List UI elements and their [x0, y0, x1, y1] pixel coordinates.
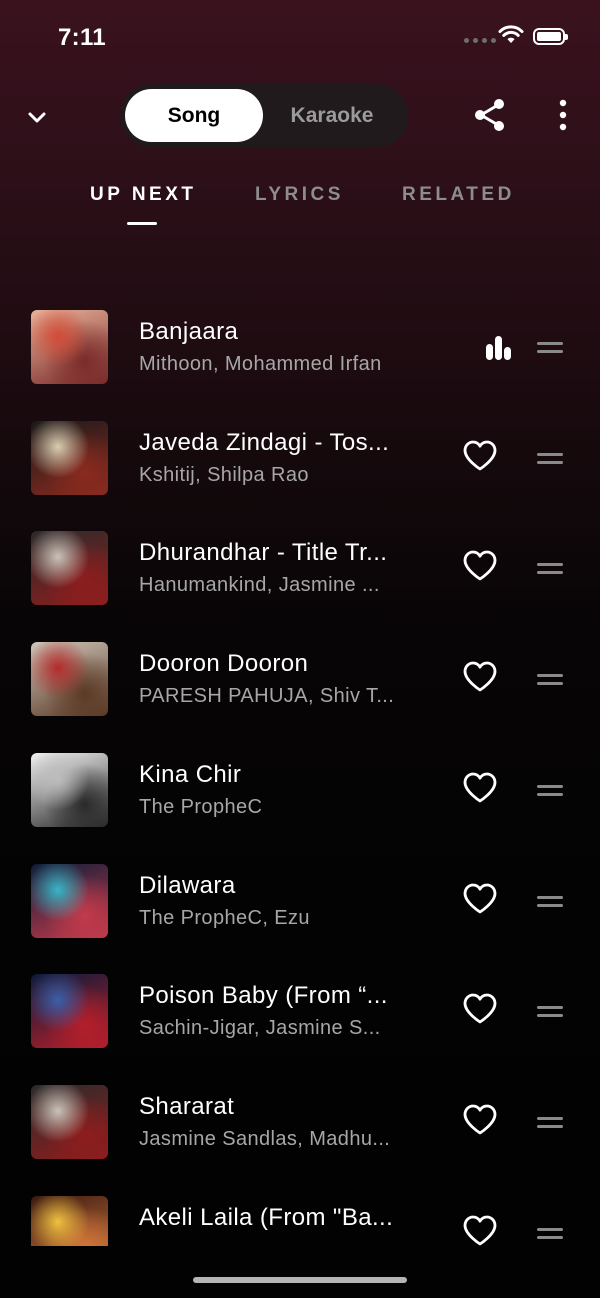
drag-handle-icon[interactable]	[537, 784, 563, 797]
status-time: 7:11	[58, 24, 106, 51]
more-vertical-icon[interactable]	[548, 98, 578, 132]
song-artist: The PropheC	[139, 795, 263, 818]
queue-row[interactable]: Banjaara Mithoon, Mohammed Irfan	[0, 290, 600, 400]
status-bar: 7:11	[0, 0, 600, 76]
heart-icon[interactable]	[462, 549, 498, 583]
song-title: Kina Chir	[139, 760, 242, 788]
album-art-thumbnail	[31, 1084, 108, 1159]
queue-row[interactable]: Dhurandhar - Title Tr... Hanumankind, Jas…	[0, 511, 600, 621]
now-playing-equalizer-icon	[486, 336, 511, 360]
tab-up-next[interactable]: UP NEXT	[90, 184, 197, 206]
song-artist: Jasmine Sandlas, Madhu...	[139, 1127, 391, 1150]
song-artist: Kshitij, Shilpa Rao	[139, 463, 309, 486]
song-title: Akeli Laila (From "Ba...	[139, 1203, 394, 1231]
album-art-thumbnail	[31, 863, 108, 938]
chevron-down-icon[interactable]	[22, 102, 52, 132]
player-header: Song Karaoke	[0, 84, 600, 148]
tab-bar: UP NEXT LYRICS RELATED	[0, 184, 600, 230]
queue-row[interactable]: Akeli Laila (From "Ba...	[0, 1176, 600, 1246]
home-indicator	[193, 1277, 407, 1283]
heart-icon[interactable]	[462, 1103, 498, 1137]
song-artist: Sachin-Jigar, Jasmine S...	[139, 1017, 381, 1040]
share-icon[interactable]	[473, 98, 507, 132]
tab-related[interactable]: RELATED	[402, 184, 515, 206]
album-art-thumbnail	[31, 1195, 108, 1246]
song-title: Dooron Dooron	[139, 650, 309, 678]
drag-handle-icon[interactable]	[537, 342, 563, 354]
up-next-queue: Banjaara Mithoon, Mohammed Irfan Javeda Zi…	[0, 290, 600, 1246]
heart-icon[interactable]	[462, 1214, 498, 1246]
tab-lyrics[interactable]: LYRICS	[255, 184, 344, 206]
drag-handle-icon[interactable]	[537, 1227, 563, 1240]
drag-handle-icon[interactable]	[537, 895, 563, 908]
song-title: Dilawara	[139, 871, 236, 899]
song-karaoke-toggle: Song Karaoke	[120, 84, 408, 147]
song-artist: Hanumankind, Jasmine ...	[139, 574, 380, 597]
drag-handle-icon[interactable]	[537, 1006, 563, 1018]
album-art-thumbnail	[31, 752, 108, 827]
song-title: Javeda Zindagi - Tos...	[139, 428, 390, 456]
song-title: Shararat	[139, 1092, 235, 1120]
song-artist: PARESH PAHUJA, Shiv T...	[139, 685, 395, 708]
album-art-thumbnail	[31, 310, 108, 384]
heart-icon[interactable]	[462, 992, 498, 1026]
song-title: Dhurandhar - Title Tr...	[139, 539, 388, 567]
drag-handle-icon[interactable]	[537, 452, 563, 465]
wifi-icon	[498, 25, 524, 43]
heart-icon[interactable]	[462, 771, 498, 805]
album-art-thumbnail	[31, 420, 108, 495]
heart-icon[interactable]	[462, 660, 498, 694]
battery-icon	[533, 28, 568, 45]
drag-handle-icon[interactable]	[537, 1116, 563, 1129]
heart-icon[interactable]	[462, 882, 498, 916]
queue-row[interactable]: Dilawara The PropheC, Ezu	[0, 844, 600, 954]
song-artist: The PropheC, Ezu	[139, 906, 310, 929]
song-artist: Mithoon, Mohammed Irfan	[139, 353, 382, 375]
queue-row[interactable]: Javeda Zindagi - Tos... Kshitij, Shilpa R…	[0, 401, 600, 511]
song-title: Poison Baby (From “...	[139, 982, 388, 1010]
queue-row[interactable]: Poison Baby (From “... Sachin-Jigar, Jasm…	[0, 954, 600, 1064]
segment-karaoke[interactable]: Karaoke	[263, 89, 401, 142]
segment-song[interactable]: Song	[125, 89, 263, 142]
tab-indicator	[127, 222, 157, 225]
drag-handle-icon[interactable]	[537, 563, 563, 575]
queue-row[interactable]: Dooron Dooron PARESH PAHUJA, Shiv T...	[0, 622, 600, 732]
album-art-thumbnail	[31, 974, 108, 1049]
cellular-signal-icon	[464, 38, 496, 43]
queue-row[interactable]: Kina Chir The PropheC	[0, 733, 600, 843]
album-art-thumbnail	[31, 642, 108, 717]
queue-row[interactable]: Shararat Jasmine Sandlas, Madhu...	[0, 1065, 600, 1175]
album-art-thumbnail	[31, 531, 108, 606]
heart-icon[interactable]	[462, 439, 498, 473]
song-title: Banjaara	[139, 318, 239, 345]
drag-handle-icon[interactable]	[537, 674, 563, 686]
